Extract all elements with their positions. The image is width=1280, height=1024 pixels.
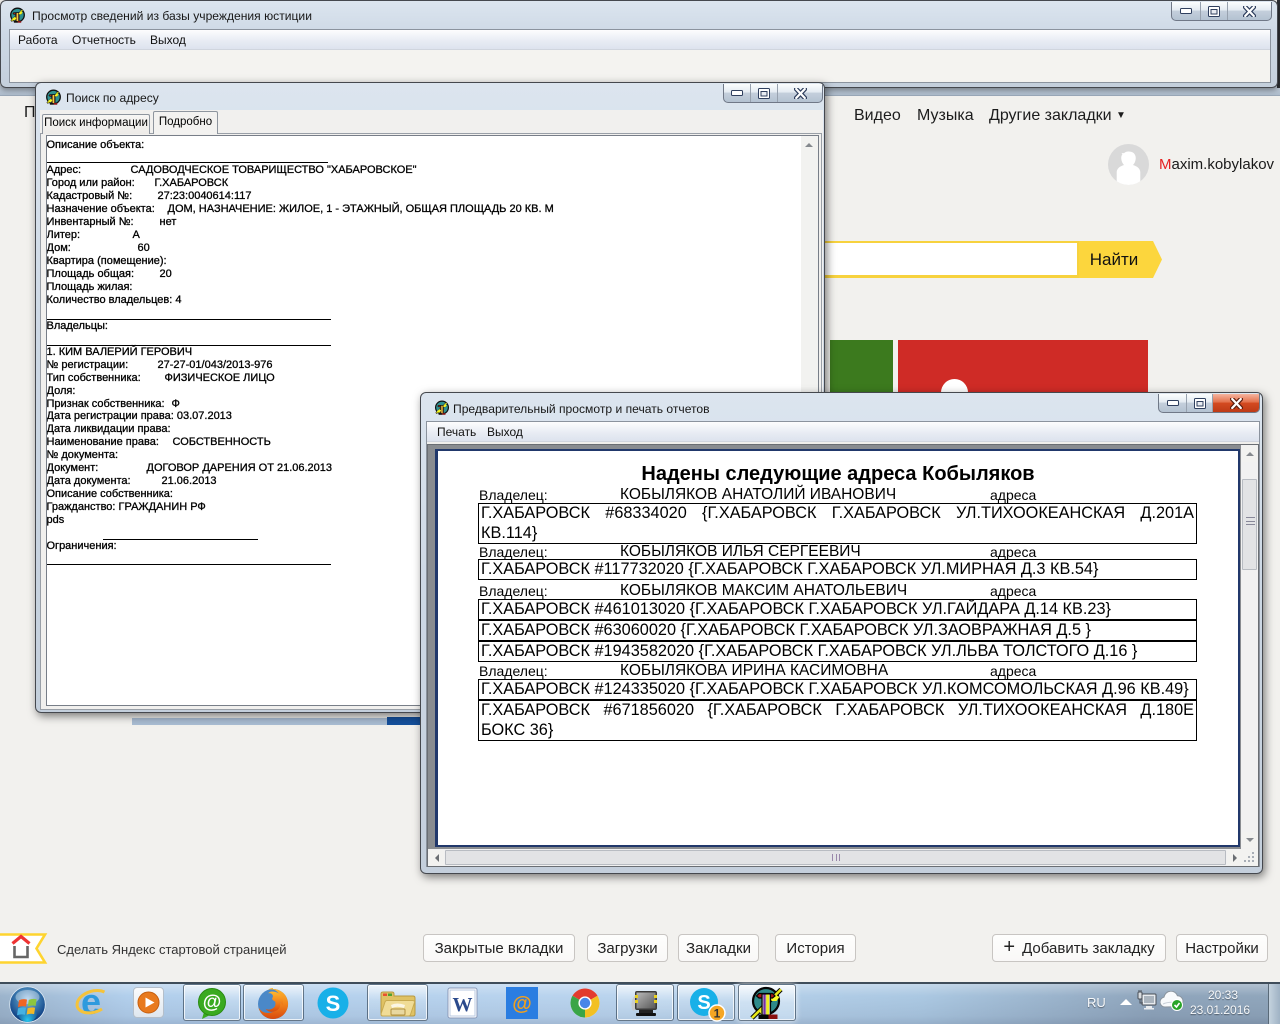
- svg-text:@: @: [512, 993, 532, 1015]
- svg-text:@: @: [203, 992, 222, 1013]
- svg-text:e: e: [81, 983, 101, 1022]
- svg-text:1: 1: [714, 1007, 721, 1021]
- svg-text:S: S: [326, 991, 341, 1016]
- svg-text:W: W: [453, 994, 473, 1016]
